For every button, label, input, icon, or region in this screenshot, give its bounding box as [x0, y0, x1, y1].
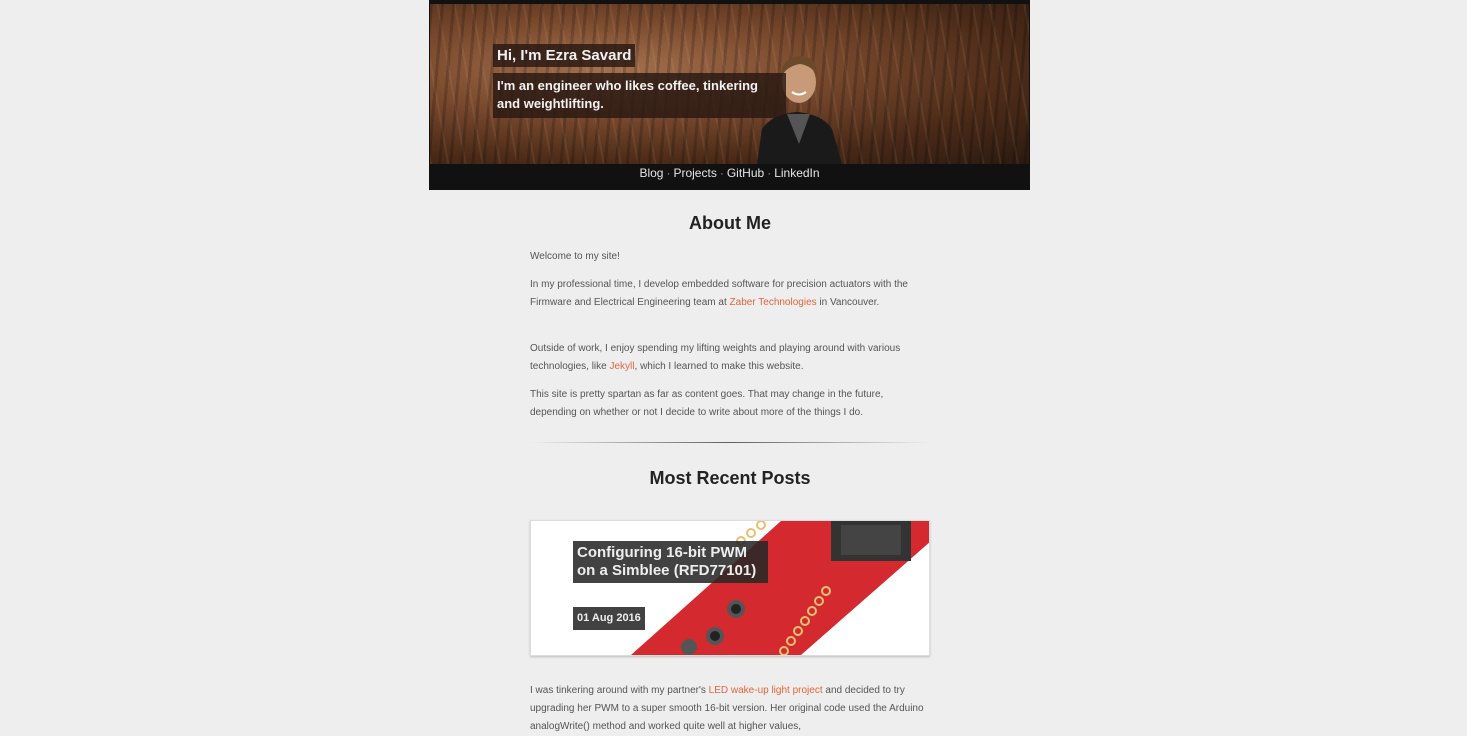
about-paragraph-4: This site is pretty spartan as far as co… — [530, 389, 884, 418]
about-paragraph-1: Welcome to my site! — [530, 251, 620, 262]
hero-subtitle: I'm an engineer who likes coffee, tinker… — [493, 73, 786, 118]
nav-blog[interactable]: Blog — [639, 166, 663, 180]
post-title[interactable]: Configuring 16-bit PWM on a Simblee (RFD… — [573, 541, 768, 583]
about-paragraph-3: Outside of work, I enjoy spending my lif… — [530, 340, 930, 376]
recent-posts-heading: Most Recent Posts — [649, 468, 811, 488]
section-divider — [530, 442, 930, 443]
about-p3-text-end: , which I learned to make this website. — [634, 361, 804, 372]
about-p2-text-end: in Vancouver. — [816, 297, 880, 308]
nav-github[interactable]: GitHub — [727, 166, 764, 180]
post-excerpt: I was tinkering around with my partner's… — [530, 682, 930, 736]
post-card[interactable]: Configuring 16-bit PWM on a Simblee (RFD… — [530, 520, 930, 656]
nav-separator: · — [719, 166, 724, 180]
nav-projects[interactable]: Projects — [673, 166, 716, 180]
site-header: Hi, I'm Ezra Savard I'm an engineer who … — [429, 0, 1030, 190]
nav-linkedin[interactable]: LinkedIn — [774, 166, 819, 180]
post-excerpt-text: I was tinkering around with my partner's — [530, 685, 709, 696]
zaber-link[interactable]: Zaber Technologies — [730, 297, 817, 308]
hero-title: Hi, I'm Ezra Savard — [493, 44, 636, 67]
nav-separator: · — [767, 166, 772, 180]
jekyll-link[interactable]: Jekyll — [610, 361, 635, 372]
led-project-link[interactable]: LED wake-up light project — [709, 685, 823, 696]
nav-separator: · — [666, 166, 671, 180]
hero-banner: Hi, I'm Ezra Savard I'm an engineer who … — [430, 4, 1029, 164]
about-heading: About Me — [689, 213, 771, 233]
about-paragraph-2: In my professional time, I develop embed… — [530, 276, 930, 312]
post-date: 01 Aug 2016 — [573, 607, 645, 630]
main-nav: Blog · Projects · GitHub · LinkedIn — [429, 166, 1030, 180]
